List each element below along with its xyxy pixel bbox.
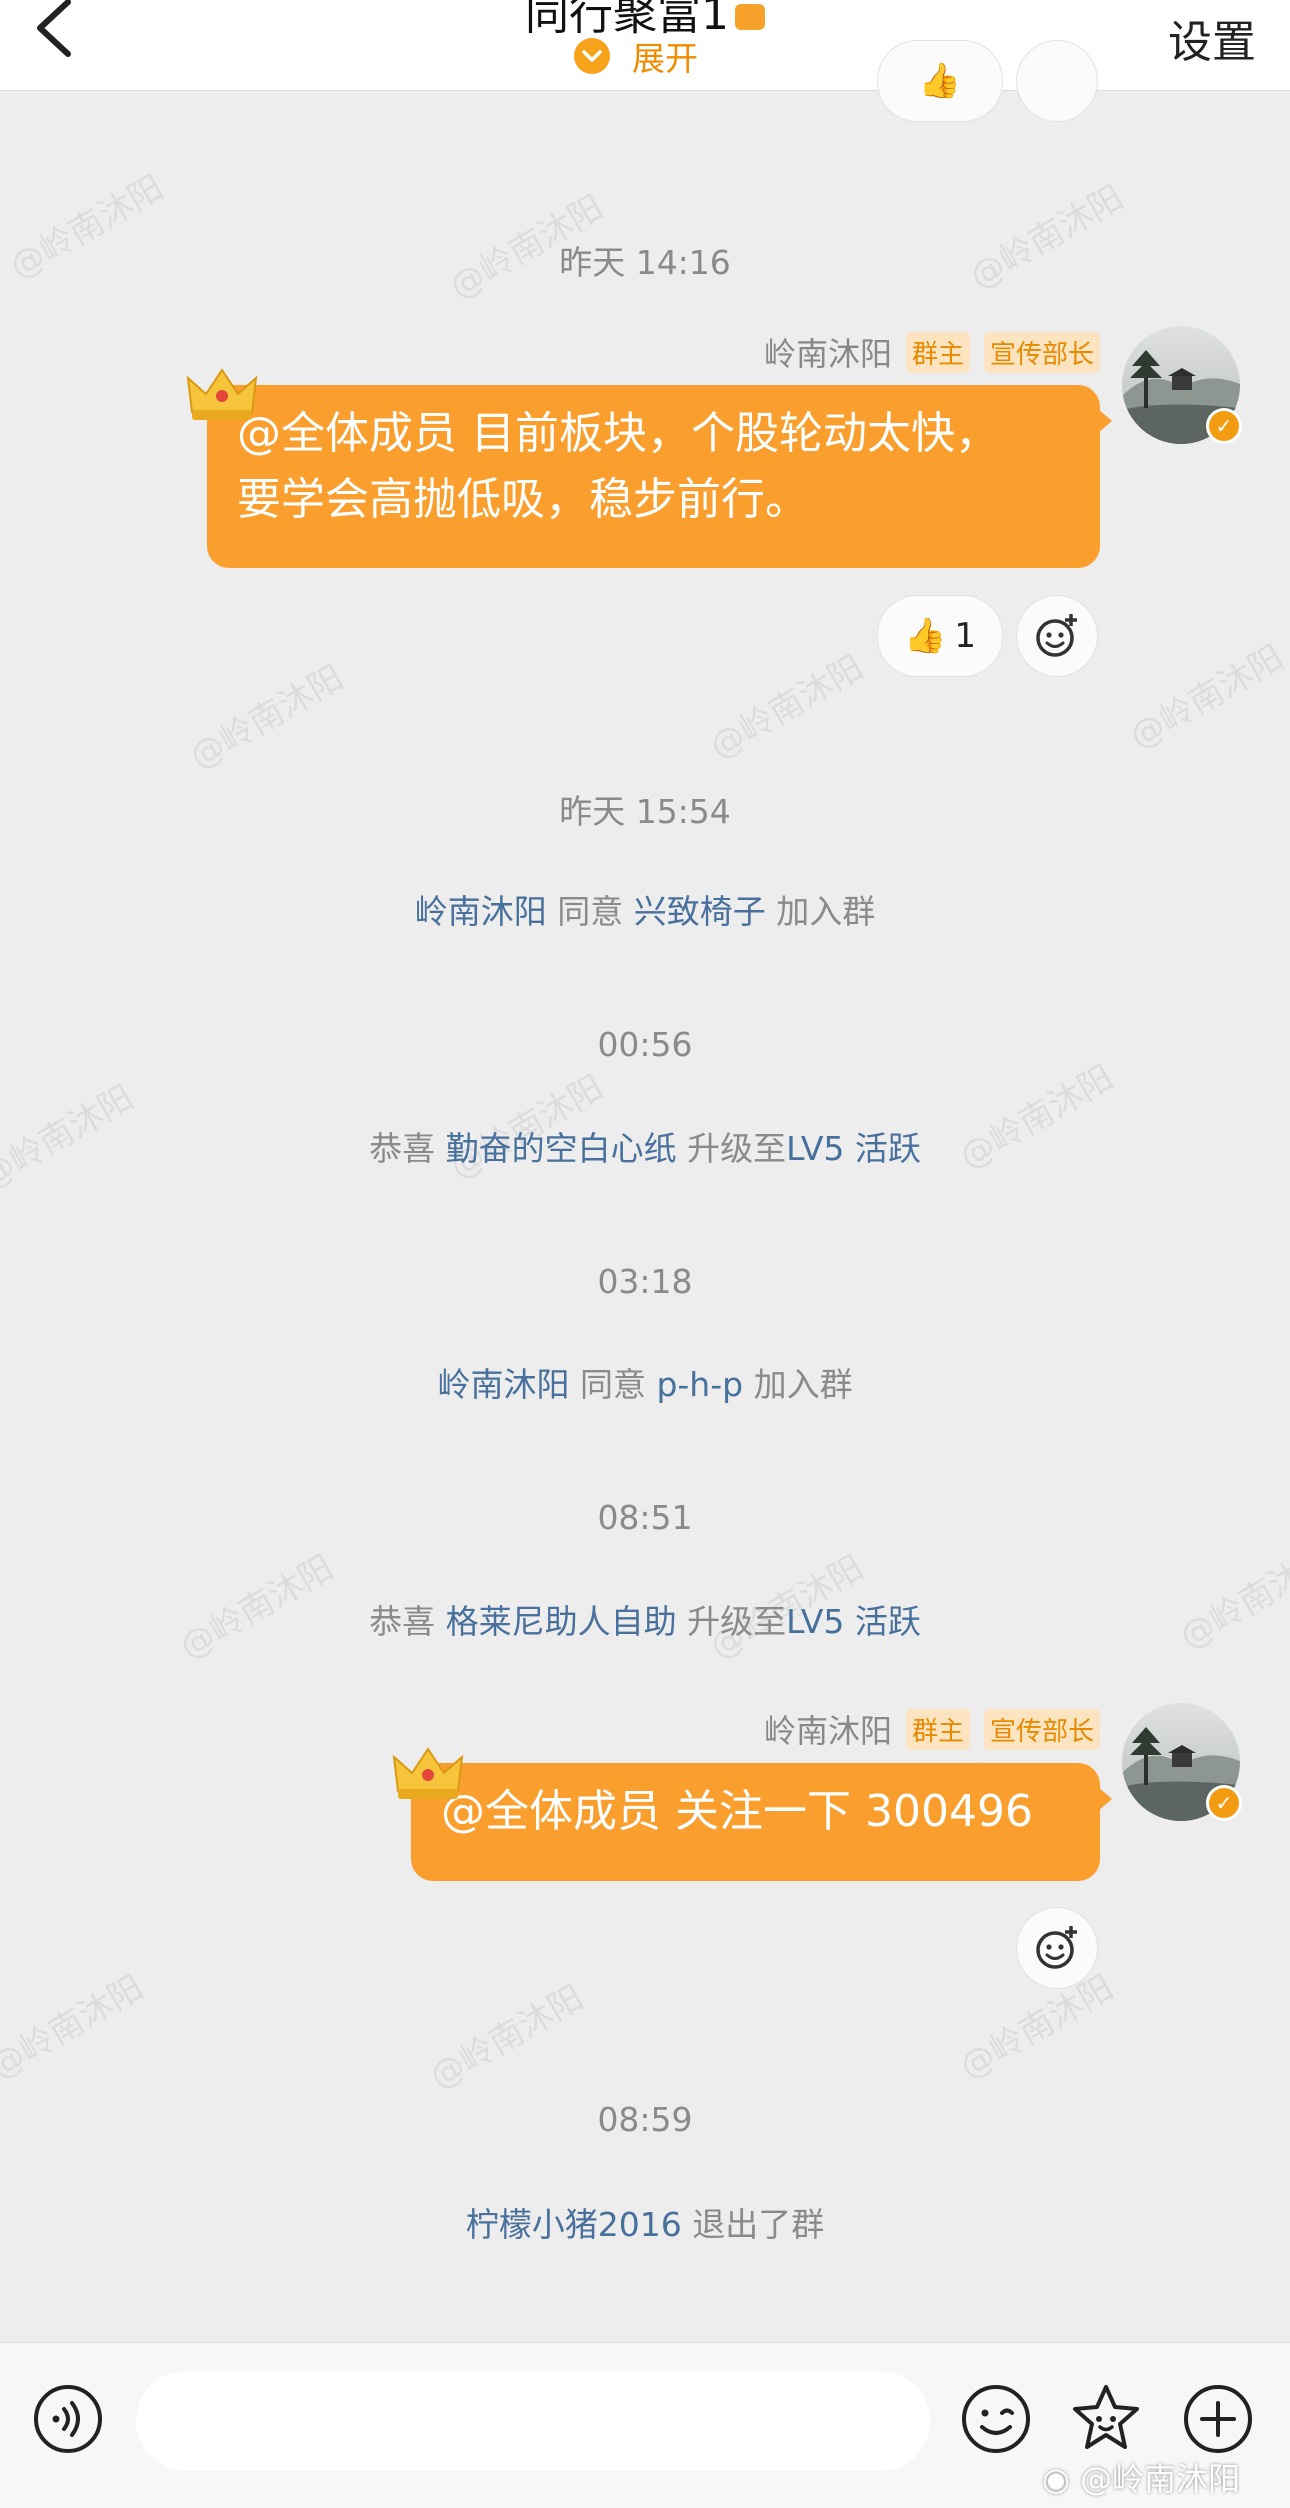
timestamp: 昨天 15:54 [559,792,731,831]
message-bubble[interactable]: @全体成员 关注一下 300496 [411,1763,1112,1881]
sender-name[interactable]: 岭南沐阳 [764,1706,892,1752]
timestamp: 03:18 [597,1262,693,1301]
notice-text: 恭喜 [369,1129,436,1168]
title-badge: 宣传部长 [983,331,1100,373]
message-text-line: @全体成员 关注一下 300496 [441,1786,1033,1837]
sender-info: 岭南沐阳 群主 宣传部长 [764,330,1100,374]
add-reaction-button[interactable] [1016,595,1098,677]
crown-icon [186,368,258,420]
settings-button[interactable]: 设置 [1168,6,1256,70]
weibo-watermark-text: @岭南沐阳 [1080,2460,1241,2498]
expand-button[interactable]: 展开 [574,36,698,78]
notice-text: 升级至 [687,1602,787,1641]
sender-name[interactable]: 岭南沐阳 [764,329,892,375]
group-tag-icon [735,4,765,30]
notice-text: 升级至 [687,1129,787,1168]
system-notice: 岭南沐阳 同意 p-h-p 加入群 [0,1358,1290,1406]
user-link[interactable]: p-h-p [656,1365,743,1404]
group-title-text: 同行聚富1 [525,0,729,40]
level-link[interactable]: LV5 活跃 [786,1129,921,1168]
thumbs-up-reaction[interactable]: 👍 [877,40,1003,122]
add-reaction-button[interactable] [1016,40,1098,122]
user-link[interactable]: 格莱尼助人自助 [446,1602,677,1641]
weibo-logo-icon: ◉ [1042,2460,1070,2498]
reaction-count: 1 [954,616,976,656]
add-reaction-button[interactable] [1016,1907,1098,1989]
verified-icon: ✓ [1206,1785,1242,1821]
user-link[interactable]: 兴致椅子 [634,892,766,931]
watermark: @岭南沐阳 [0,1967,151,2088]
timestamp: 昨天 14:16 [559,243,731,282]
notice-text: 恭喜 [369,1602,436,1641]
avatar[interactable]: ✓ [1122,326,1242,444]
thumbs-up-reaction[interactable]: 👍 1 [877,595,1003,677]
sticker-icon[interactable] [1070,2383,1142,2455]
user-link[interactable]: 勤奋的空白心纸 [446,1129,677,1168]
weibo-watermark: ◉ @岭南沐阳 [1042,2454,1240,2500]
timestamp: 08:51 [597,1498,693,1537]
notice-text: 同意 [557,892,624,931]
voice-icon[interactable] [32,2383,104,2455]
watermark: @岭南沐阳 [423,1977,591,2098]
watermark: @岭南沐阳 [1123,637,1290,758]
timestamp: 08:59 [597,2100,693,2139]
crown-icon [392,1747,464,1799]
owner-badge: 群主 [905,1708,970,1750]
title-badge: 宣传部长 [983,1708,1100,1750]
owner-badge: 群主 [905,331,970,373]
message-text-line: @全体成员 目前板块，个股轮动太快， [237,408,999,459]
system-notice: 恭喜 勤奋的空白心纸 升级至LV5 活跃 [0,1122,1290,1170]
system-notice: 柠檬小猪2016 退出了群 [0,2198,1290,2246]
sender-info: 岭南沐阳 群主 宣传部长 [764,1707,1100,1751]
level-link[interactable]: LV5 活跃 [786,1602,921,1641]
avatar[interactable]: ✓ [1122,1703,1242,1821]
plus-icon[interactable] [1182,2383,1254,2455]
bubble-tail [1098,409,1112,433]
notice-text: 加入群 [753,1365,853,1404]
notice-text: 加入群 [776,892,876,931]
user-link[interactable]: 柠檬小猪2016 [466,2205,682,2244]
verified-icon: ✓ [1206,408,1242,444]
message-text-line: 要学会高抛低吸，稳步前行。 [237,474,809,525]
watermark: @岭南沐阳 [183,657,351,778]
timestamp: 00:56 [597,1025,693,1064]
message-bubble[interactable]: @全体成员 目前板块，个股轮动太快， 要学会高抛低吸，稳步前行。 [207,385,1112,568]
smile-plus-icon [1036,1926,1077,1969]
user-link[interactable]: 岭南沐阳 [437,1365,569,1404]
system-notice: 恭喜 格莱尼助人自助 升级至LV5 活跃 [0,1595,1290,1643]
expand-label: 展开 [632,39,698,78]
notice-text: 同意 [579,1365,646,1404]
user-link[interactable]: 岭南沐阳 [415,892,547,931]
watermark: @岭南沐阳 [703,647,871,768]
smile-plus-icon [1036,614,1077,657]
chevron-down-icon [574,38,610,74]
message-input[interactable] [136,2371,930,2471]
thumbs-up-icon: 👍 [904,616,947,656]
thumbs-up-icon: 👍 [918,61,962,101]
bubble-tail [1098,1787,1112,1811]
notice-text: 退出了群 [692,2205,825,2244]
emoji-icon[interactable] [960,2383,1032,2455]
system-notice: 岭南沐阳 同意 兴致椅子 加入群 [0,885,1290,933]
